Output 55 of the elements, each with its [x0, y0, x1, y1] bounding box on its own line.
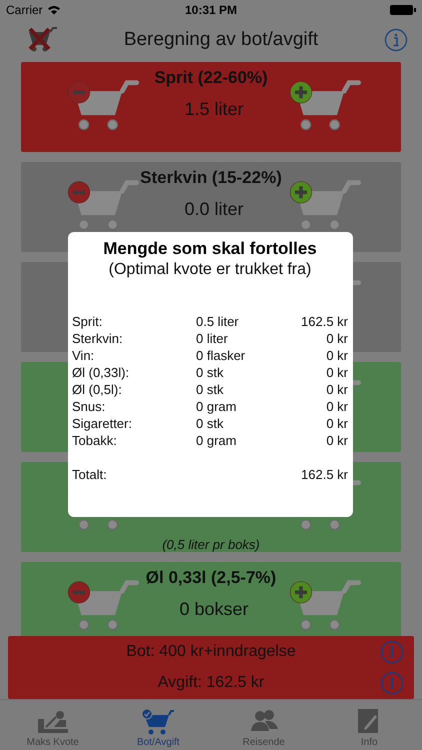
- product-title: Øl 0,33l (2,5-7%): [146, 568, 276, 587]
- tab[interactable]: Info: [316, 700, 422, 750]
- add-cart-icon[interactable]: [289, 178, 361, 232]
- item-quantity: 0 gram: [196, 432, 238, 449]
- status-time: 10:31 PM: [184, 3, 238, 17]
- summary-label: Avgift: 162.5 kr: [158, 674, 264, 692]
- item-label: Vin:: [72, 347, 96, 364]
- dialog-title: Mengde som skal fortolles: [102, 238, 318, 260]
- product-title: Sprit (22-60%): [154, 68, 268, 87]
- remove-cart-icon[interactable]: [67, 178, 139, 232]
- item-amount: 0 kr: [325, 364, 348, 381]
- tab[interactable]: Bot/Avgift: [106, 700, 211, 750]
- tab[interactable]: Maks Kvote: [0, 700, 106, 750]
- item-label: Tobakk:: [72, 432, 118, 449]
- summary-label: Bot: 400 kr+inndragelse: [126, 642, 296, 661]
- item-amount: 0 kr: [325, 398, 348, 415]
- info-icon[interactable]: [384, 28, 408, 52]
- item-label: Øl (0,5l):: [72, 381, 123, 398]
- item-label: Øl (0,33l):: [72, 364, 130, 381]
- amount-label: 0.0 liter: [184, 198, 244, 220]
- item-quantity: 0 flasker: [196, 347, 246, 364]
- amount-label: 0 bokser: [179, 598, 249, 620]
- item-label: Snus:: [72, 398, 106, 415]
- add-cart-icon[interactable]: [288, 578, 361, 632]
- item-amount: 0 kr: [325, 347, 348, 364]
- screen-title: Beregning av bot/avgift: [122, 29, 320, 51]
- total-amount: 162.5 kr: [301, 466, 348, 483]
- product-title: Sterkvin (15-22%): [140, 168, 282, 187]
- item-amount: 0 kr: [325, 415, 348, 432]
- item-quantity: 0 stk: [196, 364, 224, 381]
- item-quantity: 0 gram: [196, 398, 238, 415]
- add-cart-icon[interactable]: [289, 78, 361, 132]
- item-amount: 0 kr: [325, 330, 348, 347]
- dialog-subtitle: (Optimal kvote er trukket fra): [108, 260, 312, 280]
- cart-icon: [141, 707, 176, 735]
- item-quantity: 0 stk: [196, 415, 224, 432]
- item-amount: 0 kr: [325, 381, 348, 398]
- item-quantity: 0 stk: [196, 381, 224, 398]
- item-label: Sterkvin:: [72, 330, 124, 347]
- item-label: Sprit:: [72, 313, 104, 330]
- amount-label: 1.5 liter: [184, 98, 244, 120]
- tab[interactable]: Reisende: [211, 700, 316, 750]
- remove-cart-icon[interactable]: [67, 78, 139, 132]
- carrier-label: Carrier: [6, 3, 43, 17]
- battery-icon: [390, 5, 416, 15]
- remove-cart-icon[interactable]: [67, 578, 139, 632]
- wifi-icon: [46, 5, 61, 15]
- unit-note: (0,5 liter pr boks): [162, 537, 260, 552]
- item-label: Sigaretter:: [72, 415, 133, 432]
- item-amount: 0 kr: [325, 432, 348, 449]
- crossed-cart-icon[interactable]: [26, 27, 58, 53]
- item-quantity: 0 liter: [196, 330, 229, 347]
- total-label: Totalt:: [72, 466, 108, 483]
- item-quantity: 0.5 liter: [196, 313, 240, 330]
- item-amount: 162.5 kr: [300, 313, 348, 330]
